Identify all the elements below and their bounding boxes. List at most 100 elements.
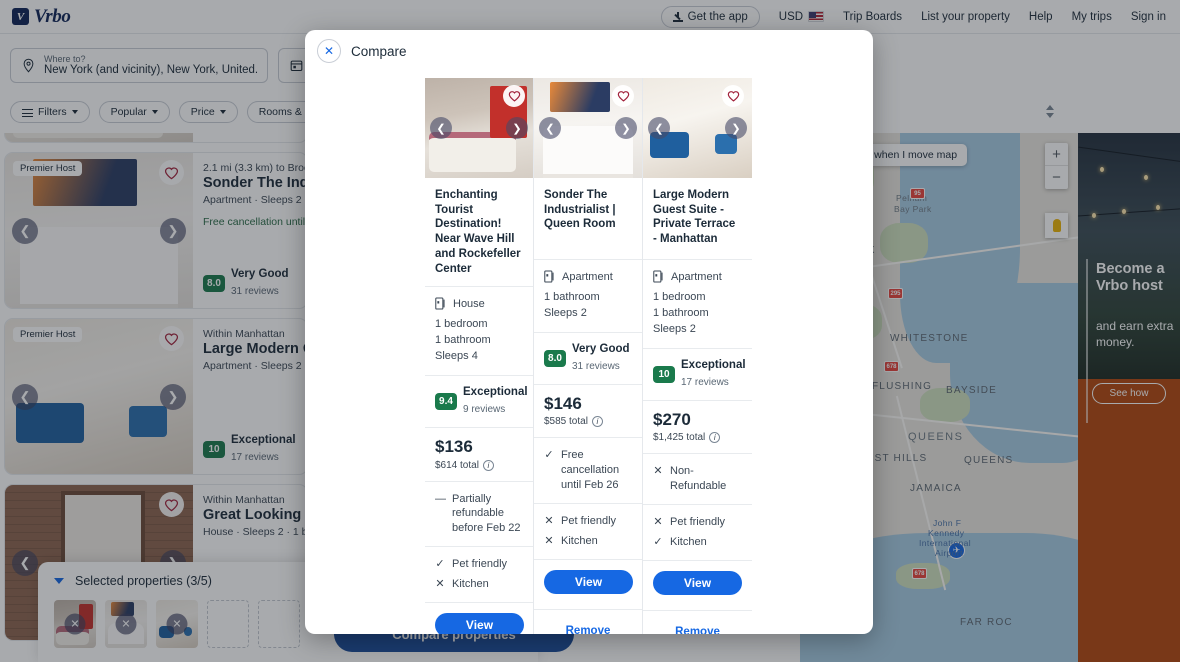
screen-root: V Vrbo Get the app USD Trip Boards List … — [0, 0, 1180, 662]
compare-property-name[interactable]: Enchanting Tourist Destination! Near Wav… — [435, 188, 523, 276]
save-to-trip-board-button[interactable] — [503, 85, 525, 107]
rating-word: Exceptional — [463, 386, 528, 399]
compare-cancellation-cell: ✕ Non-Refundable — [643, 453, 752, 504]
compare-cancellation-cell: ✓ Free cancellation until Feb 26 — [534, 437, 642, 503]
compare-amenity-label: Kitchen — [561, 534, 598, 547]
check-icon: ✓ — [544, 449, 554, 462]
compare-amenity-label: Pet friendly — [452, 558, 508, 571]
property-type-icon — [653, 270, 663, 283]
compare-total-price: $1,425 total — [653, 432, 706, 444]
rating-badge: 9.4 — [435, 393, 457, 411]
view-property-button[interactable]: View — [653, 570, 742, 595]
compare-bedrooms: 1 bedroom — [653, 291, 706, 303]
compare-amenities-cell: ✕ Pet friendly ✕ Kitchen — [534, 502, 642, 559]
cross-icon: ✕ — [544, 534, 554, 547]
compare-column: ❮ ❯ Large Modern Guest Suite - Private T… — [643, 78, 752, 634]
cross-icon: ✕ — [653, 465, 663, 478]
close-icon[interactable]: ✕ — [317, 39, 341, 63]
compare-nightly-price: $270 — [653, 409, 691, 429]
compare-property-name[interactable]: Sonder The Industrialist | Queen Room — [544, 188, 632, 232]
compare-sleeps: Sleeps 2 — [653, 322, 696, 335]
compare-property-type: Apartment — [544, 270, 632, 283]
dash-icon: — — [435, 492, 446, 505]
compare-property-type-label: House — [453, 297, 485, 310]
compare-amenities-cell: ✓ Pet friendly ✕ Kitchen — [425, 546, 533, 602]
compare-rating-cell: 8.0 Very Good 31 reviews — [534, 331, 642, 384]
compare-remove-cell: Remove — [534, 608, 642, 634]
compare-photo[interactable]: ❮ ❯ — [534, 78, 642, 178]
compare-modal: ✕ Compare ❮ ❯ Enchanting Tourist Destina… — [305, 30, 873, 634]
compare-amenity-label: Pet friendly — [561, 514, 617, 527]
rating-word: Exceptional — [681, 358, 746, 371]
compare-rating-cell: 9.4 Exceptional 9 reviews — [425, 375, 533, 427]
compare-rating-cell: 10 Exceptional 17 reviews — [643, 347, 752, 400]
property-type-icon — [544, 270, 554, 283]
compare-bathrooms: 1 bathroom — [544, 291, 600, 303]
view-property-button[interactable]: View — [544, 569, 633, 594]
view-property-button[interactable]: View — [435, 612, 524, 634]
compare-photo[interactable]: ❮ ❯ — [425, 78, 533, 178]
save-to-trip-board-button[interactable] — [612, 85, 634, 107]
rating-badge: 8.0 — [544, 349, 566, 367]
compare-remove-cell: Remove — [643, 609, 752, 634]
compare-view-cell: View — [425, 601, 533, 634]
heart-icon — [617, 91, 629, 102]
compare-column: ❮ ❯ Enchanting Tourist Destination! Near… — [425, 78, 534, 634]
photo-prev-button[interactable]: ❮ — [430, 117, 452, 139]
photo-next-button[interactable]: ❯ — [615, 117, 637, 139]
check-icon: ✓ — [653, 535, 663, 548]
compare-nightly-price: $136 — [435, 436, 473, 456]
compare-property-type-label: Apartment — [671, 270, 722, 283]
compare-bathrooms: 1 bathroom — [435, 334, 491, 347]
compare-modal-header: ✕ Compare — [305, 30, 873, 72]
check-icon: ✓ — [435, 558, 445, 571]
property-type-icon — [435, 297, 445, 310]
compare-cancellation-label: Partially refundable before Feb 22 — [452, 492, 521, 535]
compare-title-cell: Enchanting Tourist Destination! Near Wav… — [425, 178, 533, 286]
compare-amenity-label: Kitchen — [452, 577, 489, 590]
info-icon[interactable]: i — [482, 459, 494, 471]
cross-icon: ✕ — [435, 577, 445, 590]
compare-column: ❮ ❯ Sonder The Industrialist | Queen Roo… — [534, 78, 643, 634]
photo-prev-button[interactable]: ❮ — [648, 117, 670, 139]
compare-amenity-label: Pet friendly — [670, 515, 726, 528]
compare-amenities-cell: ✕ Pet friendly ✓ Kitchen — [643, 503, 752, 560]
remove-property-button[interactable]: Remove — [649, 621, 746, 634]
info-icon[interactable]: i — [591, 416, 603, 428]
compare-cancellation-cell: — Partially refundable before Feb 22 — [425, 480, 533, 547]
compare-details-cell: House 1 bedroom 1 bathroom Sleeps 4 — [425, 286, 533, 375]
save-to-trip-board-button[interactable] — [722, 85, 744, 107]
compare-bedrooms: 1 bedroom — [435, 318, 488, 331]
compare-title-cell: Sonder The Industrialist | Queen Room — [534, 178, 642, 259]
rating-word: Very Good — [572, 342, 630, 355]
rating-badge: 10 — [653, 365, 675, 383]
cross-icon: ✕ — [544, 514, 554, 527]
compare-cancellation-label: Non-Refundable — [670, 465, 727, 493]
compare-bathrooms: 1 bathroom — [653, 306, 709, 319]
cross-icon: ✕ — [653, 515, 663, 528]
photo-next-button[interactable]: ❯ — [506, 117, 528, 139]
review-count: 31 reviews — [572, 360, 620, 372]
compare-modal-title: Compare — [351, 43, 407, 59]
compare-sleeps: Sleeps 2 — [544, 306, 587, 319]
compare-property-type: House — [435, 297, 523, 310]
compare-columns: ❮ ❯ Enchanting Tourist Destination! Near… — [425, 78, 752, 634]
review-count: 9 reviews — [463, 404, 506, 415]
info-icon[interactable]: i — [709, 432, 721, 444]
compare-nightly-price: $146 — [544, 393, 582, 413]
compare-price-cell: $270 $1,425 total i — [643, 399, 752, 454]
remove-property-button[interactable]: Remove — [540, 620, 636, 634]
review-count: 17 reviews — [681, 376, 729, 388]
heart-icon — [727, 91, 739, 102]
compare-price-cell: $146 $585 total i — [534, 383, 642, 438]
compare-photo[interactable]: ❮ ❯ — [643, 78, 752, 178]
compare-total-price: $614 total — [435, 459, 479, 471]
photo-prev-button[interactable]: ❮ — [539, 117, 561, 139]
compare-total-price: $585 total — [544, 416, 588, 428]
heart-icon — [508, 91, 520, 102]
compare-sleeps: Sleeps 4 — [435, 350, 478, 363]
compare-view-cell: View — [534, 558, 642, 609]
compare-price-cell: $136 $614 total i — [425, 426, 533, 481]
compare-property-name[interactable]: Large Modern Guest Suite - Private Terra… — [653, 188, 742, 247]
photo-next-button[interactable]: ❯ — [725, 117, 747, 139]
